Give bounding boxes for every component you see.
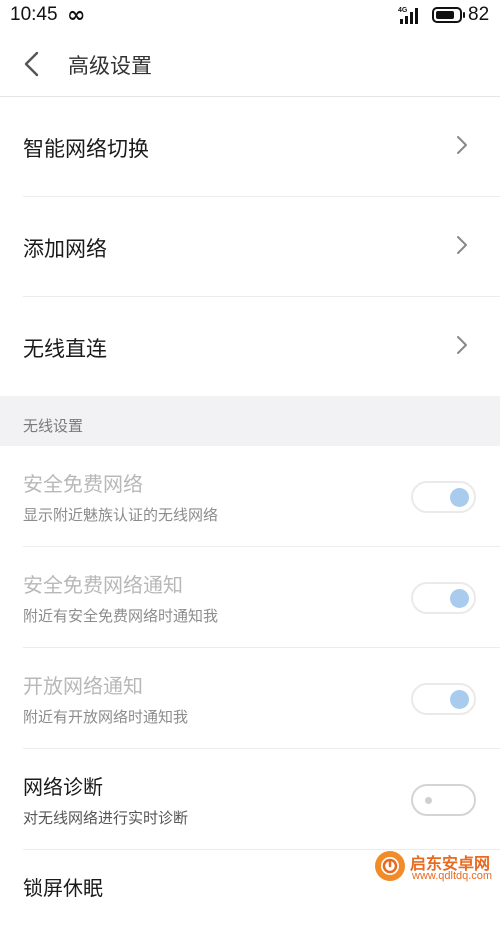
watermark: 启东安卓网 www.qdltdq.com xyxy=(372,848,500,889)
battery-icon xyxy=(432,7,462,23)
toggle-subtitle: 对无线网络进行实时诊断 xyxy=(23,809,189,827)
watermark-url: www.qdltdq.com xyxy=(412,870,493,882)
nav-item-add-network[interactable]: 添加网络 xyxy=(0,197,500,297)
network-diagnosis-switch[interactable] xyxy=(411,784,476,816)
switch-knob xyxy=(450,690,469,709)
switch-knob xyxy=(425,797,432,804)
toggle-title: 开放网络通知 xyxy=(23,674,143,698)
open-network-notify-switch[interactable] xyxy=(411,683,476,715)
toggle-title: 安全免费网络通知 xyxy=(23,573,183,597)
back-arrow-icon[interactable] xyxy=(14,44,54,84)
section-label: 无线设置 xyxy=(23,417,84,435)
toggle-title: 网络诊断 xyxy=(23,775,103,799)
toggle-row-open-network-notify[interactable]: 开放网络通知 附近有开放网络时通知我 xyxy=(0,648,500,749)
battery-fill xyxy=(436,11,455,19)
status-bar: 10:45 ∞ 4G 82 xyxy=(0,0,500,32)
nav-item-label: 添加网络 xyxy=(23,237,107,261)
nav-item-label: 智能网络切换 xyxy=(23,137,149,161)
toggle-row-safe-free-network[interactable]: 安全免费网络 显示附近魅族认证的无线网络 xyxy=(0,446,500,547)
toggle-title: 安全免费网络 xyxy=(23,472,143,496)
section-header-wireless: 无线设置 xyxy=(0,396,500,446)
watermark-logo-icon xyxy=(375,851,405,881)
nav-item-wifi-direct[interactable]: 无线直连 xyxy=(0,297,500,397)
battery-cap xyxy=(463,12,465,18)
switch-knob xyxy=(450,589,469,608)
network-type-label: 4G xyxy=(398,7,408,14)
chevron-right-icon xyxy=(457,136,467,154)
chevron-right-icon xyxy=(457,236,467,254)
page-title: 高级设置 xyxy=(68,54,152,78)
safe-free-network-notify-switch[interactable] xyxy=(411,582,476,614)
infinity-icon: ∞ xyxy=(67,3,86,28)
status-time: 10:45 xyxy=(10,4,58,25)
toggle-title: 锁屏休眠 xyxy=(23,876,103,900)
toggle-subtitle: 显示附近魅族认证的无线网络 xyxy=(23,506,219,524)
nav-item-label: 无线直连 xyxy=(23,337,107,361)
safe-free-network-switch[interactable] xyxy=(411,481,476,513)
toggle-row-safe-free-network-notify[interactable]: 安全免费网络通知 附近有安全免费网络时通知我 xyxy=(0,547,500,648)
nav-item-smart-switch[interactable]: 智能网络切换 xyxy=(0,97,500,197)
switch-knob xyxy=(450,488,469,507)
signal-4g-icon: 4G xyxy=(398,7,418,24)
app-header: 高级设置 xyxy=(0,32,500,96)
toggle-row-network-diagnosis[interactable]: 网络诊断 对无线网络进行实时诊断 xyxy=(0,749,500,850)
toggle-subtitle: 附近有安全免费网络时通知我 xyxy=(23,607,219,625)
battery-level: 82 xyxy=(468,4,490,25)
chevron-right-icon xyxy=(457,336,467,354)
toggle-subtitle: 附近有开放网络时通知我 xyxy=(23,708,189,726)
